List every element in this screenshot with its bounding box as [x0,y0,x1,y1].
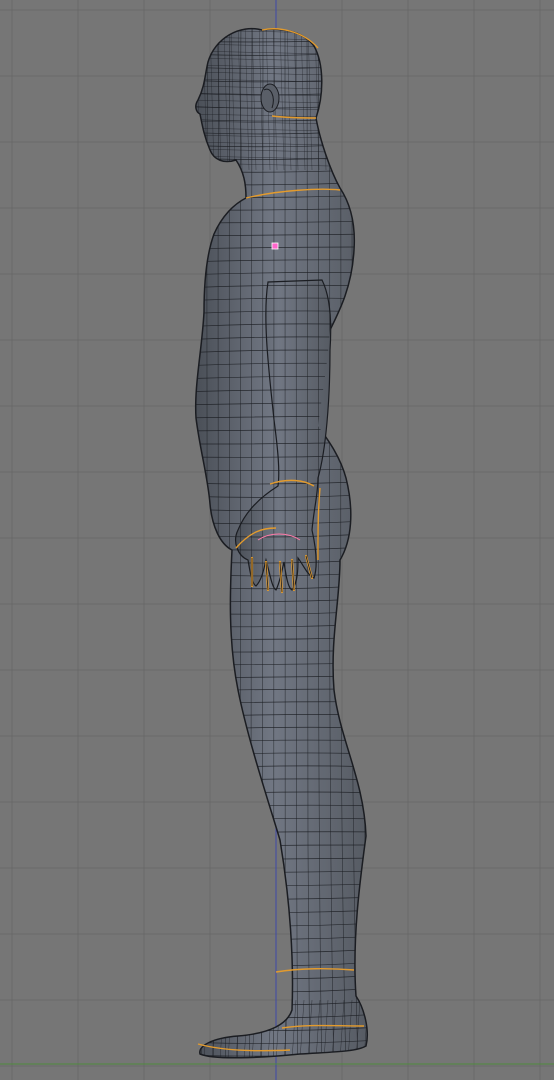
wire-loop [361,28,368,1058]
wire-loop [212,28,220,1058]
wire-loop [177,20,186,1070]
selected-vertex [271,242,279,250]
ear-shape [260,83,280,113]
wire-loop [373,20,382,1070]
body-silhouette [194,27,368,1059]
wire-loop [200,28,209,1058]
wire-ring [195,28,368,29]
wire-head-loop [328,28,334,171]
wire-loop [195,28,198,1058]
3d-viewport[interactable] [0,0,554,1080]
mesh-model[interactable] [0,0,554,1080]
